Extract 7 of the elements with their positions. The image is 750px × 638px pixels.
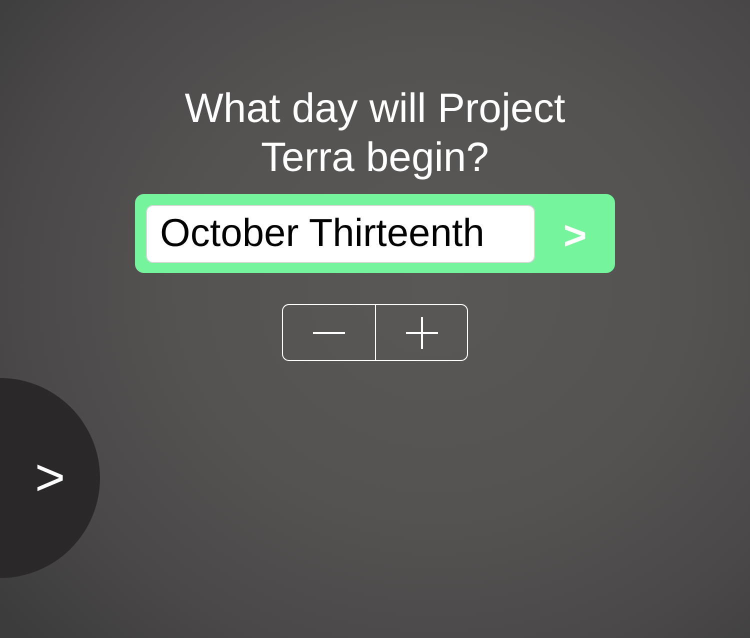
- increment-button[interactable]: [375, 304, 468, 361]
- minus-icon: [313, 332, 345, 334]
- plus-icon: [406, 316, 438, 348]
- answer-field[interactable]: October Thirteenth: [146, 204, 535, 262]
- next-button[interactable]: >: [0, 378, 100, 578]
- question-text: What day will Project Terra begin?: [184, 84, 566, 182]
- decrement-button[interactable]: [282, 304, 375, 361]
